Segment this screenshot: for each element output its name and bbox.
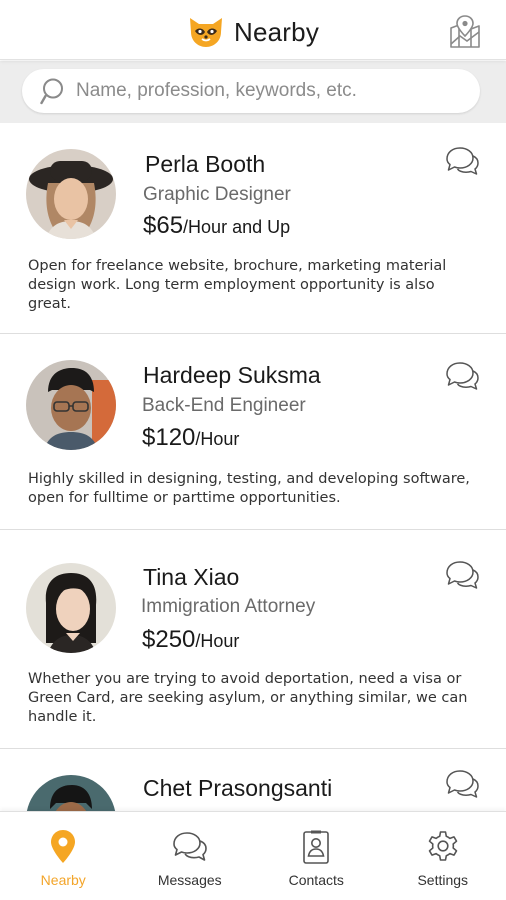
avatar (26, 775, 116, 811)
rate-suffix: /Hour (195, 429, 240, 449)
profile-card[interactable]: Chet Prasongsanti (0, 749, 506, 811)
chat-bubbles-icon[interactable] (444, 145, 480, 177)
rate-amount: $65 (143, 212, 184, 239)
chat-bubbles-icon (172, 832, 207, 861)
rate-suffix: /Hour and Up (183, 217, 291, 237)
tab-label: Nearby (40, 872, 86, 888)
map-pin-icon[interactable] (448, 14, 482, 50)
chat-bubbles-icon[interactable] (444, 559, 480, 591)
tab-messages[interactable]: Messages (127, 812, 254, 900)
profile-card[interactable]: Perla Booth Graphic Designer $65/Hour an… (0, 123, 506, 334)
profile-rate: $250/Hour (142, 626, 239, 654)
app-header: Nearby (0, 0, 506, 60)
profile-card[interactable]: Hardeep Suksma Back-End Engineer $120/Ho… (0, 334, 506, 530)
rate-amount: $120 (142, 424, 196, 451)
profile-name: Tina Xiao (143, 564, 240, 590)
avatar (26, 149, 116, 239)
gear-icon (428, 831, 458, 861)
profile-name: Perla Booth (145, 151, 266, 177)
contact-card-icon (303, 830, 330, 864)
profile-name: Hardeep Suksma (143, 362, 321, 388)
search-box[interactable] (22, 69, 480, 113)
profile-profession: Immigration Attorney (141, 596, 316, 617)
search-bar (0, 61, 506, 123)
page-title: Nearby (234, 16, 320, 47)
raccoon-logo-icon (190, 18, 222, 47)
profile-rate: $65/Hour and Up (143, 212, 290, 240)
avatar (26, 563, 116, 653)
brand: Nearby (186, 12, 319, 52)
rate-amount: $250 (142, 626, 196, 653)
avatar (26, 360, 116, 450)
location-pin-icon (51, 830, 76, 863)
search-icon (40, 78, 63, 105)
tab-label: Messages (157, 872, 222, 888)
profile-profession: Back-End Engineer (142, 395, 306, 416)
search-input[interactable] (76, 80, 456, 102)
tab-label: Settings (417, 872, 469, 888)
chat-bubbles-icon[interactable] (444, 360, 480, 392)
profile-list: Perla Booth Graphic Designer $65/Hour an… (0, 123, 506, 811)
profile-description: Highly skilled in designing, testing, an… (28, 471, 470, 506)
tab-label: Contacts (288, 872, 344, 888)
rate-suffix: /Hour (195, 631, 240, 651)
profile-profession: Graphic Designer (143, 184, 291, 205)
profile-description: Open for freelance website, brochure, ma… (28, 258, 447, 312)
tab-nearby[interactable]: Nearby (0, 812, 127, 900)
bottom-tab-bar: Nearby Messages Contacts Settings (0, 811, 506, 900)
profile-name: Chet Prasongsanti (143, 775, 333, 801)
profile-rate: $120/Hour (142, 424, 239, 452)
tab-contacts[interactable]: Contacts (253, 812, 380, 900)
chat-bubbles-icon[interactable] (444, 768, 480, 800)
tab-settings[interactable]: Settings (380, 812, 506, 900)
profile-card[interactable]: Tina Xiao Immigration Attorney $250/Hour… (0, 530, 506, 749)
profile-description: Whether you are trying to avoid deportat… (28, 671, 468, 725)
